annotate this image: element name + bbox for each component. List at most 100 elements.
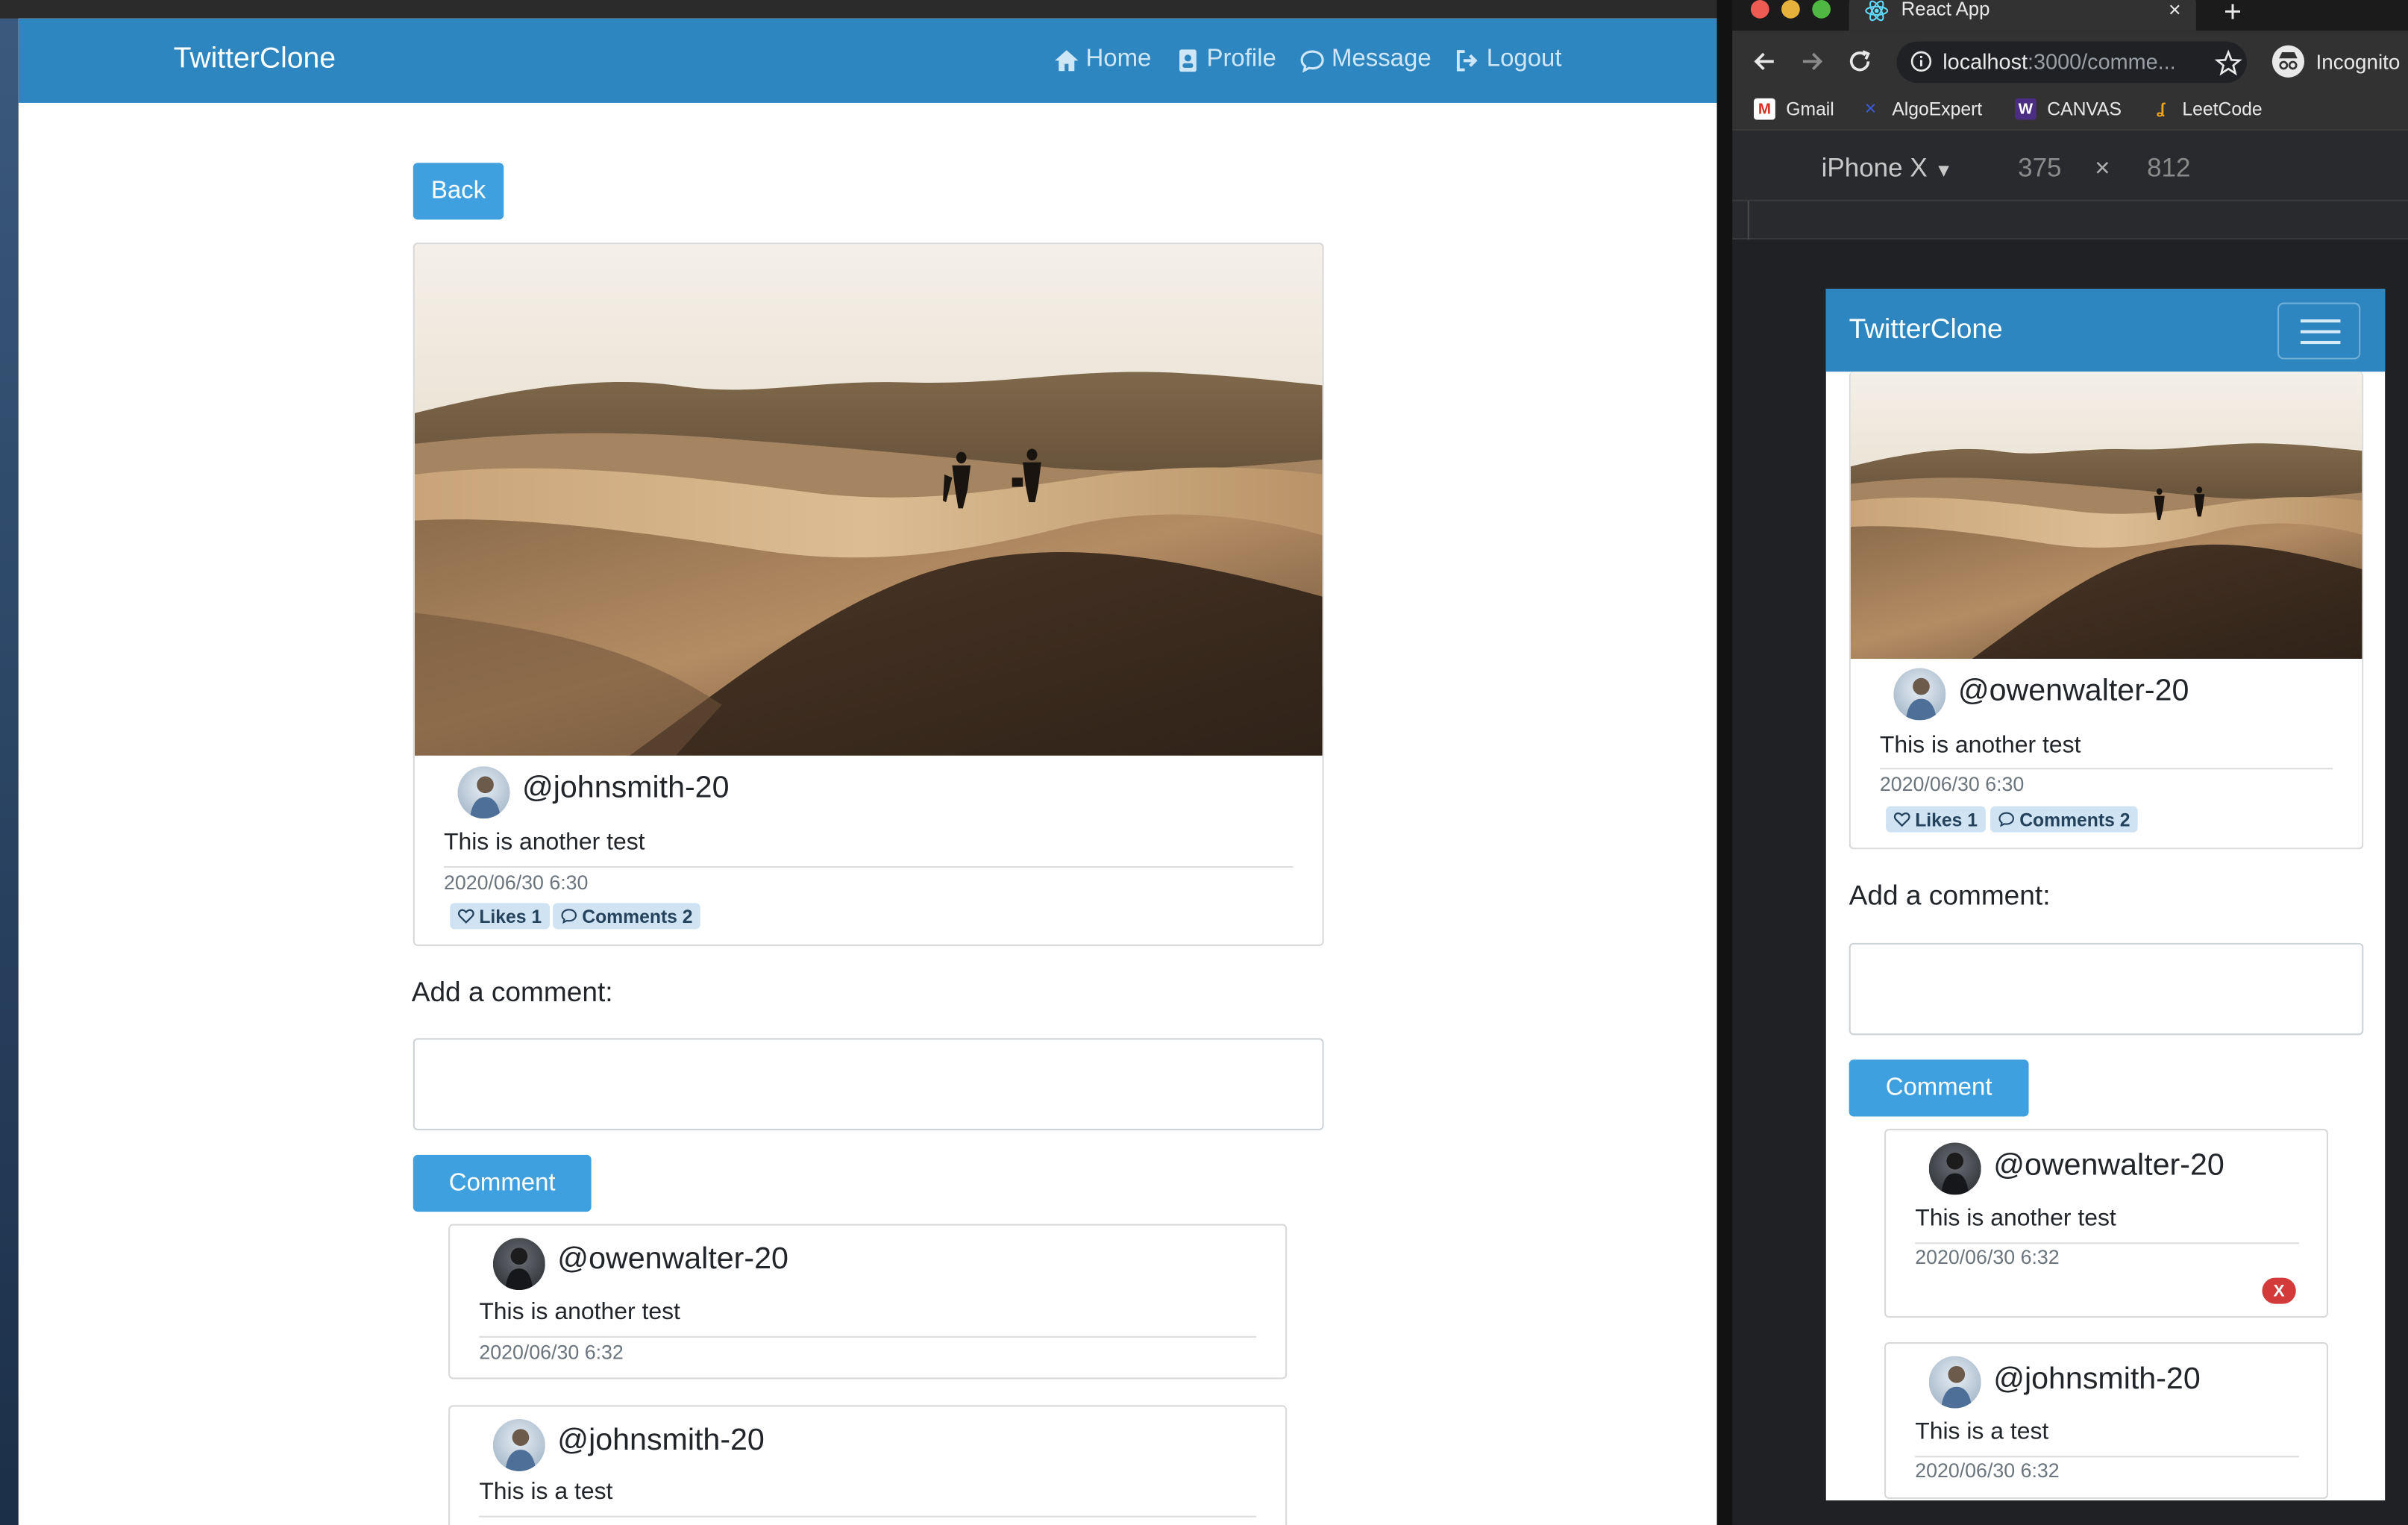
comment-text: This is another test [479,1299,680,1326]
comment-button[interactable]: Comment [413,1154,592,1212]
add-comment-label: Add a comment: [411,977,613,1008]
nav-logout[interactable]: Logout [1455,46,1562,74]
window-separator [1716,0,1733,1525]
back-button[interactable]: Back [413,163,504,220]
nav-logout-label: Logout [1486,46,1562,72]
bookmark-algoexpert[interactable]: ✕ AlgoExpert [1860,98,1982,120]
close-window-button[interactable] [1750,0,1769,19]
mobile-post-text: This is another test [1879,732,2081,759]
tab-react-app[interactable]: React App × [1849,0,2196,31]
comment-divider [479,1335,1257,1338]
comment-icon [561,909,577,924]
mobile-comment-avatar[interactable] [1928,1356,1981,1409]
mobile-comment-card: @owenwalter-20 This is another test 2020… [1884,1128,2328,1318]
mobile-navbar-brand[interactable]: TwitterClone [1849,313,2003,345]
tab-close-icon[interactable]: × [2169,0,2181,22]
comments-badge[interactable]: Comments 2 [553,903,700,930]
post-text: This is another test [443,829,645,856]
gmail-icon: M [1754,98,1775,120]
comment-input[interactable] [413,1038,1324,1130]
comment-handle[interactable]: @johnsmith-20 [557,1424,765,1459]
mobile-comments-badge[interactable]: Comments 2 [1990,806,2138,833]
post-card[interactable]: @johnsmith-20 This is another test 2020/… [413,242,1324,946]
info-icon [1910,51,1932,72]
mobile-post-handle[interactable]: @owenwalter-20 [1958,674,2189,710]
mobile-comment-timestamp: 2020/06/30 6:32 [1915,1459,2060,1482]
device-select[interactable]: iPhone X ▼ [1822,154,1953,184]
address-bar[interactable]: localhost:3000/comme... [1896,41,2247,84]
mobile-comment-input[interactable] [1849,942,2364,1036]
post-avatar[interactable] [457,766,510,819]
post-divider [443,865,1294,868]
mobile-comment-handle[interactable]: @johnsmith-20 [1993,1362,2201,1397]
bookmark-label: LeetCode [2182,98,2263,120]
nav-profile-label: Profile [1206,46,1276,72]
message-icon [1300,49,1324,72]
nav-profile[interactable]: Profile [1174,46,1276,74]
post-handle[interactable]: @johnsmith-20 [522,771,730,806]
mobile-comment-divider [1915,1242,2299,1244]
mobile-comment-avatar[interactable] [1928,1142,1981,1195]
maximize-window-button[interactable] [1812,0,1831,19]
mobile-post-divider [1879,768,2333,770]
hamburger-menu-icon[interactable] [2277,302,2361,360]
bookmark-leetcode[interactable]: ʆ LeetCode [2150,98,2263,120]
mobile-comment-divider [1915,1456,2299,1458]
nav-links: Home Profile Message Logout [1053,46,1562,74]
navbar-brand[interactable]: TwitterClone [174,43,336,77]
minimize-window-button[interactable] [1781,0,1800,19]
url-path: :3000/comme... [2028,48,2176,74]
bookmark-star-icon[interactable] [2214,49,2242,77]
desktop-wallpaper [0,0,19,1525]
comment-avatar[interactable] [492,1238,545,1291]
delete-comment-button[interactable]: X [2262,1277,2296,1304]
mobile-comment-handle[interactable]: @owenwalter-20 [1993,1149,2224,1184]
browser-window: React App × + localhost:3000/comme... In… [1732,0,2408,1525]
mobile-post-card[interactable]: @owenwalter-20 This is another test 2020… [1849,372,2364,850]
mobile-post-avatar[interactable] [1893,668,1946,721]
new-tab-icon[interactable]: + [2224,0,2242,31]
canvas-icon: W [2015,98,2037,120]
left-window-titlebar [0,0,1717,19]
forward-arrow-icon[interactable] [1799,48,1826,75]
screen: TwitterClone Home Profile Message Logout [0,0,2408,1525]
bookmarks-bar: M Gmail ✕ AlgoExpert W CANVAS ʆ LeetCode [1732,92,2408,129]
device-name: iPhone X [1821,153,1928,183]
mobile-page: TwitterClone @owenwalter-20 This is anot… [1825,288,2386,1501]
bookmark-canvas[interactable]: W CANVAS [2015,98,2122,120]
mobile-comment-button[interactable]: Comment [1849,1059,2029,1117]
nav-home-label: Home [1085,46,1152,72]
leetcode-icon: ʆ [2157,100,2166,118]
bookmark-label: Gmail [1786,98,1834,120]
comment-timestamp: 2020/06/30 6:32 [479,1340,624,1364]
comment-handle[interactable]: @owenwalter-20 [557,1242,788,1277]
nav-home[interactable]: Home [1053,46,1151,74]
url-text: localhost:3000/comme... [1943,49,2175,74]
heart-icon [457,909,474,924]
post-image [414,244,1323,756]
back-arrow-icon[interactable] [1751,48,1778,75]
mobile-likes-badge[interactable]: Likes 1 [1886,806,1986,833]
tab-strip: React App × + [1732,0,2408,31]
nav-message-label: Message [1331,46,1432,72]
reload-icon[interactable] [1846,48,1874,75]
comment-icon [1998,812,2014,827]
bookmark-label: AlgoExpert [1892,98,1983,120]
mobile-comments-label: Comments 2 [2019,808,2130,830]
likes-badge[interactable]: Likes 1 [450,903,550,930]
chevron-down-icon: ▼ [1934,160,1953,181]
incognito-indicator[interactable]: Incognito [2271,45,2400,78]
tab-title: React App [1901,0,1990,20]
profile-icon [1179,48,1197,72]
nav-message[interactable]: Message [1299,46,1432,74]
desktop-page: TwitterClone Home Profile Message Logout [18,18,1717,1525]
mobile-comment-timestamp: 2020/06/30 6:32 [1915,1245,2060,1269]
comments-label: Comments 2 [582,905,693,927]
mobile-navbar: TwitterClone [1825,288,2386,372]
bookmark-gmail[interactable]: M Gmail [1754,98,1834,120]
comment-divider [479,1515,1257,1518]
mobile-comment-card: @johnsmith-20 This is a test 2020/06/30 … [1884,1342,2328,1499]
device-width-input[interactable]: 375 [2018,154,2061,184]
device-height-input[interactable]: 812 [2147,154,2190,184]
comment-avatar[interactable] [492,1418,545,1471]
